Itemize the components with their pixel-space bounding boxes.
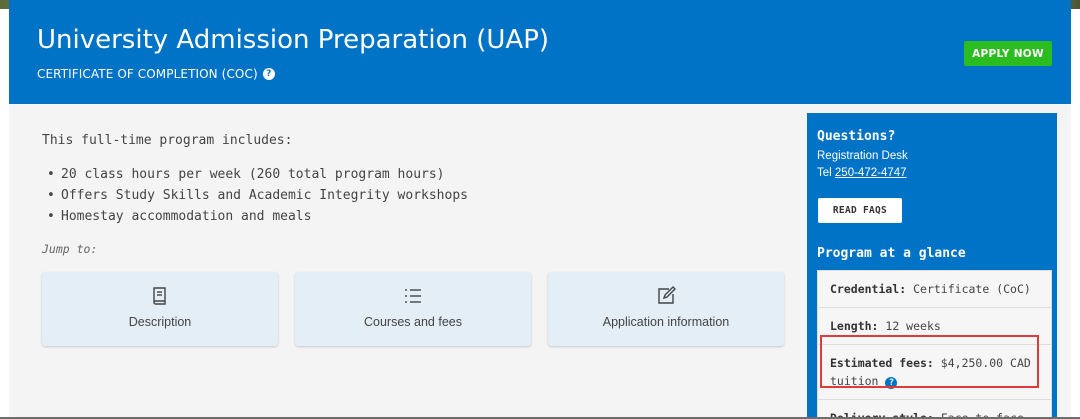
contact-phone: Tel 250-472-4747 bbox=[817, 167, 907, 179]
apply-now-button[interactable]: APPLY NOW bbox=[964, 41, 1052, 66]
book-icon bbox=[42, 285, 278, 307]
jump-card-label: Description bbox=[128, 315, 192, 329]
glance-label: Estimated fees: bbox=[830, 356, 934, 370]
jump-to-label: Jump to: bbox=[42, 242, 98, 256]
glance-heading: Program at a glance bbox=[817, 246, 966, 261]
glance-length: Length: 12 weeks bbox=[818, 308, 1051, 345]
glance-value: Certificate (CoC) bbox=[913, 282, 1031, 296]
jump-card-label: Application information bbox=[602, 315, 730, 329]
credential-subtitle: CERTIFICATE OF COMPLETION (COC) ? bbox=[37, 66, 275, 82]
glance-credential: Credential: Certificate (CoC) bbox=[818, 271, 1051, 308]
program-header: University Admission Preparation (UAP) C… bbox=[9, 0, 1071, 104]
glance-label: Credential: bbox=[830, 282, 907, 296]
program-intro: This full-time program includes: bbox=[42, 133, 293, 148]
glance-value: 12 weeks bbox=[885, 319, 941, 333]
credential-subtitle-text: CERTIFICATE OF COMPLETION (COC) bbox=[37, 67, 258, 81]
page-title: University Admission Preparation (UAP) bbox=[37, 25, 550, 55]
program-glance-list: Credential: Certificate (CoC) Length: 12… bbox=[817, 270, 1052, 419]
question-circle-icon[interactable]: ? bbox=[885, 377, 898, 389]
contact-name: Registration Desk bbox=[817, 150, 908, 162]
glance-label: Length: bbox=[830, 319, 879, 333]
phone-link[interactable]: 250-472-4747 bbox=[835, 167, 907, 179]
jump-card-label: Courses and fees bbox=[364, 315, 462, 329]
list-item: 20 class hours per week (260 total progr… bbox=[47, 164, 468, 185]
read-faqs-button[interactable]: READ FAQS bbox=[818, 198, 902, 223]
questions-heading: Questions? bbox=[817, 129, 896, 144]
jump-card-application-information[interactable]: Application information bbox=[548, 272, 784, 346]
jump-card-description[interactable]: Description bbox=[42, 272, 278, 346]
program-sidebar: Questions? Registration Desk Tel 250-472… bbox=[807, 113, 1057, 419]
program-includes-list: 20 class hours per week (260 total progr… bbox=[47, 164, 468, 227]
phone-prefix: Tel bbox=[817, 167, 832, 179]
list-icon bbox=[295, 285, 531, 307]
glance-estimated-fees: Estimated fees: $4,250.00 CAD tuition ? bbox=[818, 345, 1051, 400]
list-item: Offers Study Skills and Academic Integri… bbox=[47, 185, 468, 206]
edit-icon bbox=[548, 285, 784, 307]
question-circle-icon[interactable]: ? bbox=[262, 68, 275, 80]
list-item: Homestay accommodation and meals bbox=[47, 206, 468, 227]
jump-card-courses-and-fees[interactable]: Courses and fees bbox=[295, 272, 531, 346]
